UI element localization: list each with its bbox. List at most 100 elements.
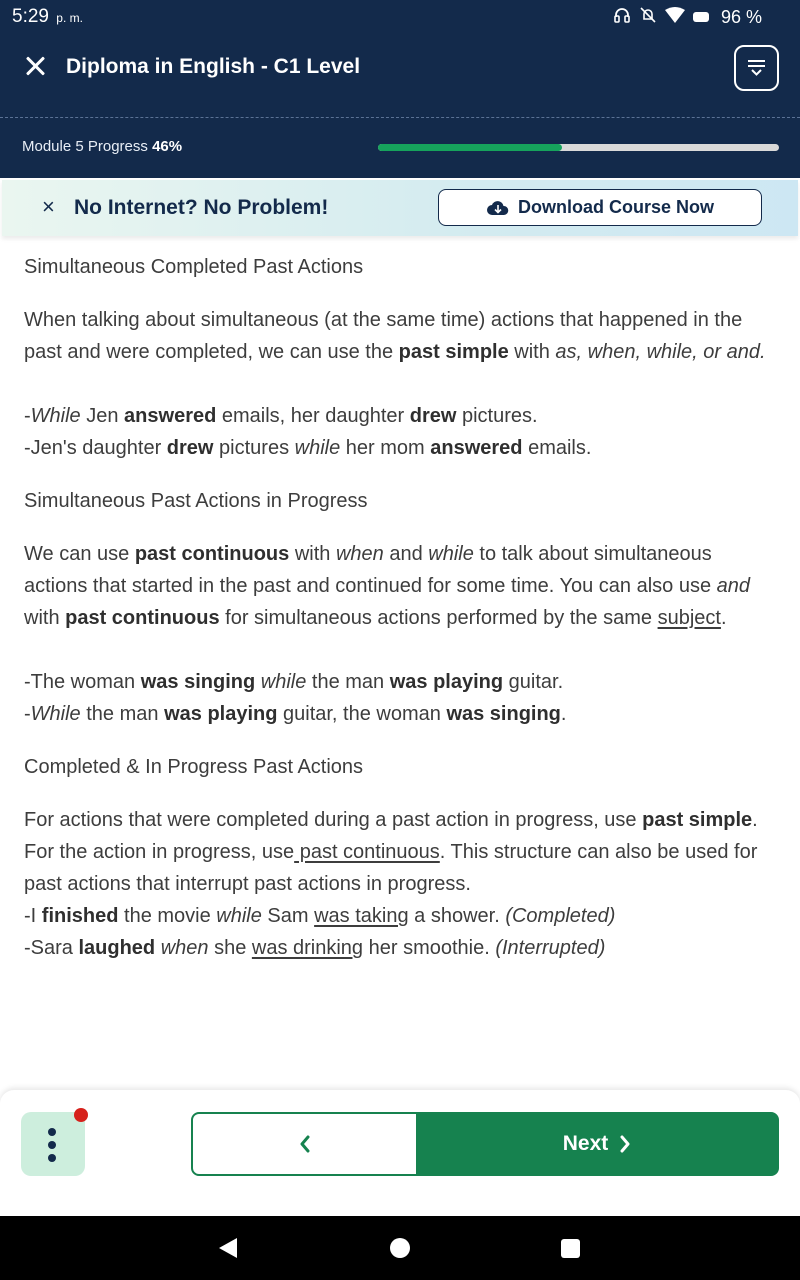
bold-term: past simple [398,341,509,363]
bold-term: was singing [140,671,256,693]
text: for simultaneous actions performed by th… [219,607,658,629]
text: the man [80,703,165,725]
battery-icon [692,12,709,22]
glossary-link[interactable]: past continuous [294,841,440,863]
text: with [289,543,336,565]
module-progress-label: Module 5 Progress 46% [22,138,182,155]
back-icon[interactable] [219,1238,237,1258]
dot [48,1128,56,1136]
recent-apps-icon[interactable] [561,1239,580,1258]
text: pictures. [456,405,538,427]
download-button-label: Download Course Now [517,197,714,217]
text: her smoothie. [363,937,496,959]
example-line: -The woman was singing while the man was… [24,666,776,698]
bold-term: past continuous [134,543,290,565]
lesson-content: Simultaneous Completed Past Actions When… [24,248,776,964]
status-time: 5:29 p. m. [12,6,83,28]
text: she [208,937,252,959]
bold-term: drew [166,437,214,459]
home-icon[interactable] [390,1238,410,1258]
example-line: -While Jen answered emails, her daughter… [24,400,776,432]
glossary-link[interactable]: was taking [314,905,409,927]
italic-term: while [428,543,474,565]
download-course-button[interactable]: Download Course Now [438,189,762,226]
example-line: -While the man was playing guitar, the w… [24,698,776,730]
italic-term: when [160,937,209,959]
text: Sam [261,905,315,927]
italic-term: while [294,437,341,459]
menu-button[interactable] [734,45,779,91]
banner-close-icon[interactable]: × [42,194,55,220]
italic-term: while [216,905,262,927]
text: Jen [80,405,125,427]
page-title: Diploma in English - C1 Level [66,55,361,78]
glossary-link[interactable]: was drinking [252,937,363,959]
text: . [560,703,567,725]
bold-term: past continuous [65,607,220,629]
bold-term: answered [124,405,217,427]
cloud-download-icon [486,200,509,215]
lesson-paragraph: We can use past continuous with when and… [24,538,776,634]
bold-term: finished [41,905,119,927]
italic-term: (Interrupted) [495,937,606,959]
close-icon[interactable] [22,53,48,79]
divider [0,117,800,118]
progress-label-text: Module 5 Progress [22,138,148,155]
previous-button[interactable] [191,1112,418,1176]
notifications-off-icon [639,6,657,28]
example-line: -Sara laughed when she was drinking her … [24,932,776,964]
italic-term: While [30,405,81,427]
app-header: 5:29 p. m. 96 % Diploma in English - C1 … [0,0,800,178]
section-title: Simultaneous Past Actions in Progress [24,490,368,512]
text: -Jen's daughter [24,437,167,459]
text: guitar, the woman [277,703,447,725]
bold-term: past simple [642,809,753,831]
text: her mom [340,437,431,459]
bold-term: drew [409,405,457,427]
text: - [24,405,31,427]
text: We can use [24,543,135,565]
text: the movie [118,905,217,927]
section-title: Completed & In Progress Past Actions [24,756,364,778]
bold-term: was playing [164,703,278,725]
text: a shower. [408,905,506,927]
status-time-suffix: p. m. [56,11,83,25]
next-button[interactable]: Next [416,1112,779,1176]
progress-bar-fill [378,144,563,151]
chevron-left-icon [300,1135,309,1153]
text: -Sara [24,937,79,959]
more-options-button[interactable] [21,1112,85,1176]
glossary-link[interactable]: subject [658,607,721,629]
italic-term: (Completed) [505,905,616,927]
text: -The woman [24,671,141,693]
section-title: Simultaneous Completed Past Actions [24,256,364,278]
header-row: Diploma in English - C1 Level [0,40,800,100]
example-line: -I finished the movie while Sam was taki… [24,900,776,932]
dot [48,1154,56,1162]
more-vertical-icon [48,1128,58,1167]
italic-term: While [30,703,81,725]
lesson-paragraph: For actions that were completed during a… [24,804,776,900]
text: pictures [213,437,295,459]
text: . [720,607,727,629]
status-time-value: 5:29 [12,6,49,27]
bold-term: was singing [446,703,561,725]
text: the man [306,671,390,693]
bold-term: was playing [389,671,504,693]
banner-message: No Internet? No Problem! [74,196,329,219]
system-nav-bar [0,1216,800,1280]
lesson-paragraph: When talking about simultaneous (at the … [24,304,776,368]
text: emails, her daughter [216,405,410,427]
text: emails. [522,437,592,459]
text: For actions that were completed during a… [24,809,643,831]
progress-percent: 46% [152,138,183,155]
wifi-icon [664,7,685,27]
bold-term: laughed [78,937,156,959]
text: -I [24,905,42,927]
text: and [383,543,429,565]
